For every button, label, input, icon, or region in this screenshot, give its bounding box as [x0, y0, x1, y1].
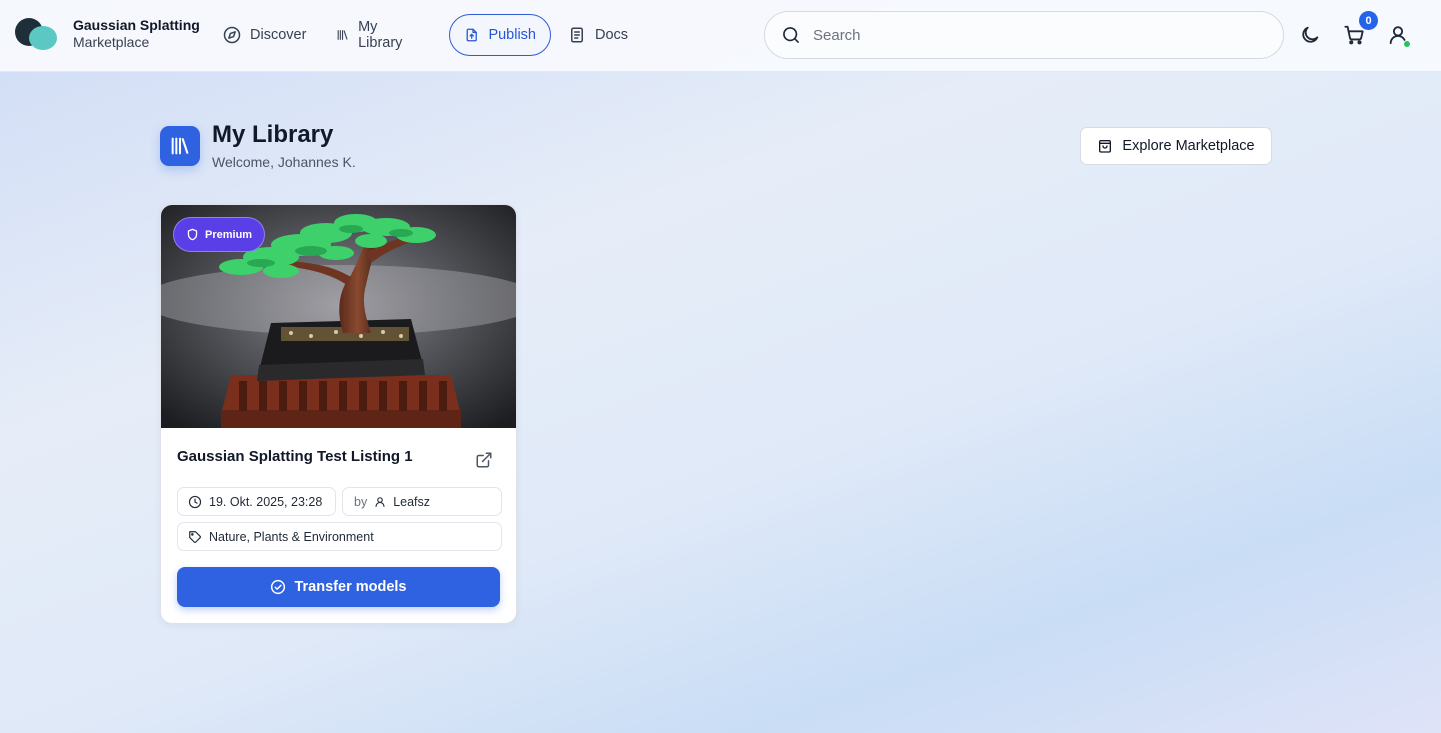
nav-my-library-label: My Library: [358, 19, 403, 51]
listing-date: 19. Okt. 2025, 23:28: [209, 494, 323, 509]
check-circle-icon: [271, 579, 286, 595]
shield-icon: [187, 228, 198, 241]
library-listing-card: Premium Gaussian Splatting Test Listing …: [160, 204, 517, 624]
nav-publish[interactable]: Publish: [449, 14, 551, 56]
explore-marketplace-label: Explore Marketplace: [1122, 138, 1255, 154]
nav-discover[interactable]: Discover: [223, 14, 306, 56]
moon-icon[interactable]: [1299, 24, 1321, 46]
welcome-text: Welcome, Johannes K.: [212, 154, 356, 170]
top-navigation-bar: Gaussian Splatting Marketplace Discover …: [0, 0, 1441, 72]
listing-author: Leafsz: [393, 494, 431, 509]
listing-category: Nature, Plants & Environment: [209, 529, 374, 544]
nav-docs[interactable]: Docs: [568, 14, 628, 56]
nav-my-library[interactable]: My Library: [336, 14, 407, 56]
explore-marketplace-button[interactable]: Explore Marketplace: [1080, 127, 1272, 165]
author-chip: by Leafsz: [342, 487, 502, 516]
tag-icon: [189, 530, 201, 543]
premium-badge: Premium: [173, 217, 266, 252]
shopping-bag-icon: [1099, 140, 1112, 153]
nav-docs-label: Docs: [595, 27, 629, 43]
date-chip: 19. Okt. 2025, 23:28: [177, 487, 336, 516]
category-chip: Nature, Plants & Environment: [177, 522, 502, 551]
document-icon: [571, 27, 583, 43]
cart-count-badge: 0: [1359, 11, 1378, 30]
compass-icon: [223, 26, 241, 44]
brand-subtitle: Marketplace: [73, 34, 150, 50]
listing-title[interactable]: Gaussian Splatting Test Listing 1: [177, 448, 413, 465]
search-box[interactable]: [764, 11, 1284, 59]
brand-title: Gaussian Splatting: [73, 17, 200, 33]
nav-discover-label: Discover: [250, 27, 307, 43]
library-header-icon: [160, 126, 200, 166]
online-status-dot: [1403, 40, 1411, 48]
search-icon: [783, 27, 799, 43]
transfer-models-button[interactable]: Transfer models: [177, 567, 500, 607]
user-icon: [375, 496, 385, 507]
file-upload-icon: [466, 28, 477, 42]
by-label: by: [354, 494, 368, 509]
gaussian-splatting-logo-icon: [15, 16, 59, 52]
nav-publish-label: Publish: [488, 27, 536, 43]
external-link-icon[interactable]: [475, 451, 493, 469]
transfer-models-label: Transfer models: [294, 579, 407, 595]
premium-label: Premium: [205, 228, 253, 241]
search-input[interactable]: [813, 26, 1253, 44]
clock-icon: [188, 495, 202, 508]
library-icon: [337, 30, 348, 40]
brand-logo-link[interactable]: Gaussian Splatting Marketplace: [15, 16, 200, 52]
page-title: My Library: [212, 121, 334, 148]
